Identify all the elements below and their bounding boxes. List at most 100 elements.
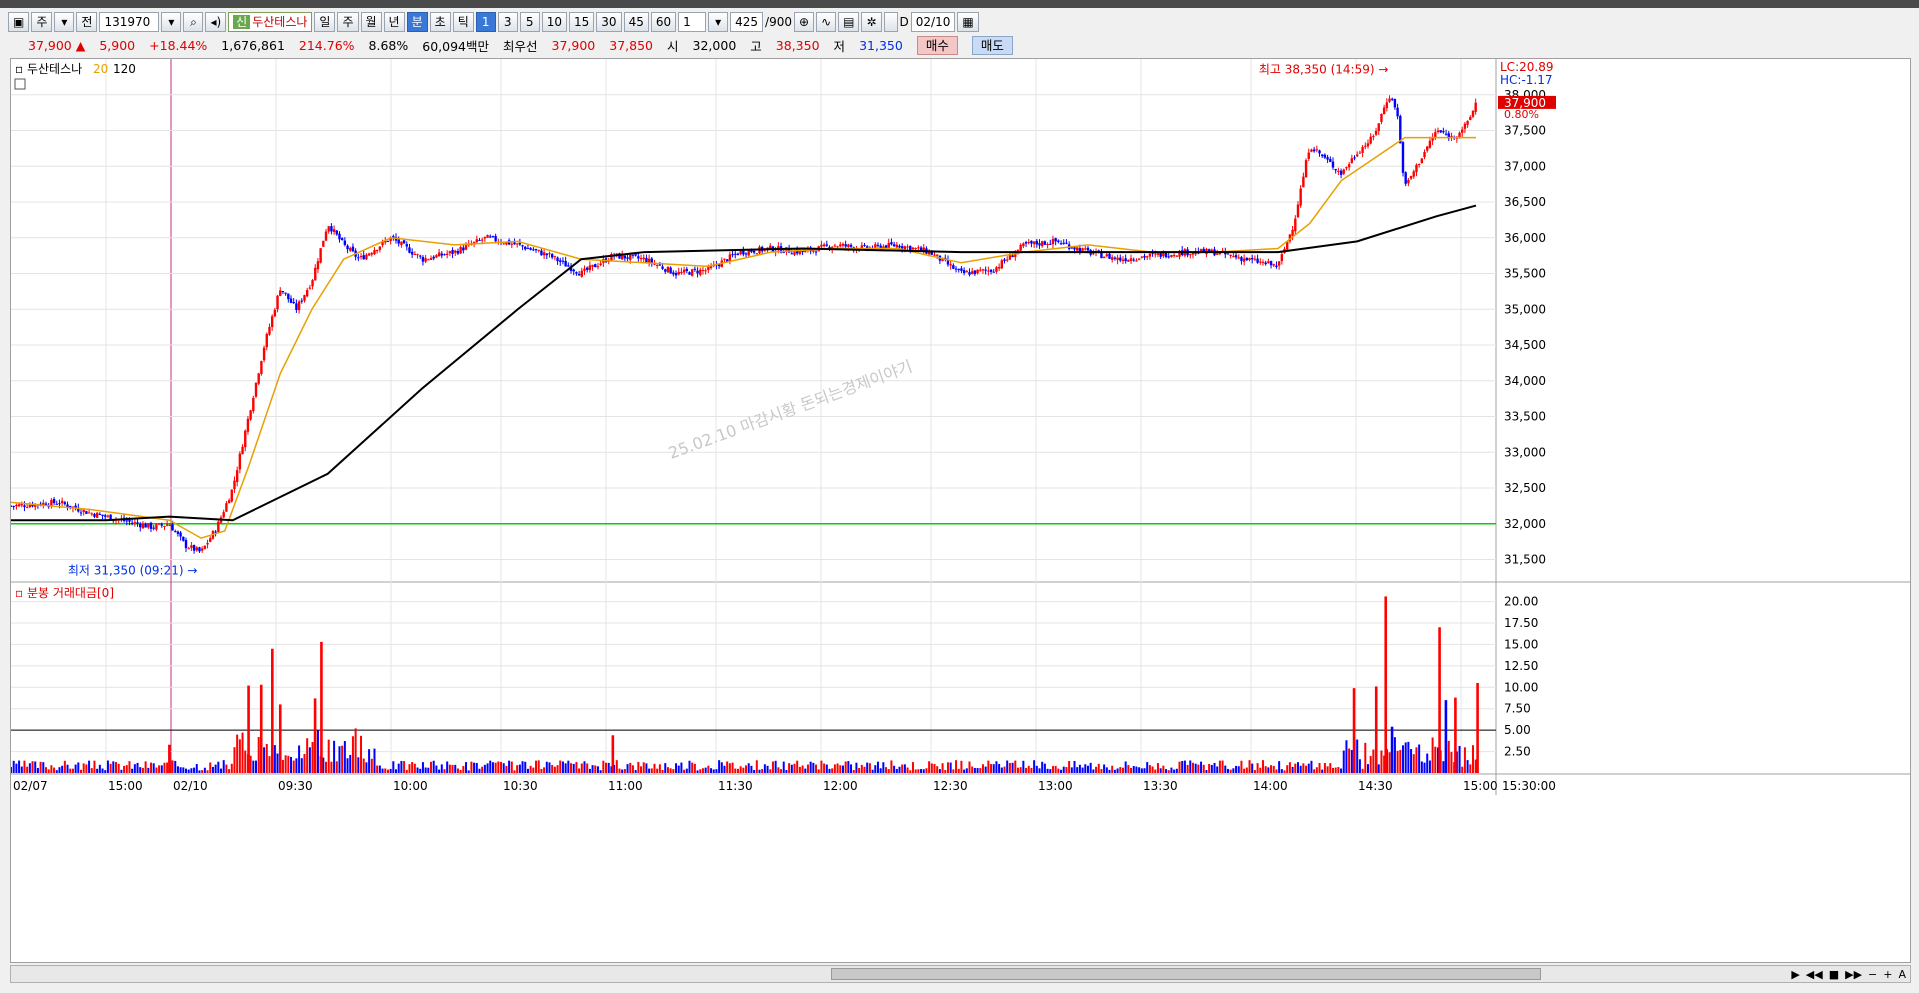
volume-bar [691, 762, 694, 773]
candle-body [1296, 204, 1300, 218]
candle-body [790, 253, 794, 255]
volume-bar [793, 763, 796, 773]
x-tick-label: 15:30:00 [1502, 779, 1556, 793]
candle-body [1237, 257, 1240, 259]
volume-bar [351, 736, 354, 773]
interval-30-button[interactable]: 30 [596, 12, 622, 32]
forward-icon[interactable]: ▶▶ [1845, 968, 1862, 981]
stop-icon[interactable]: ■ [1829, 968, 1839, 981]
play-icon[interactable]: ▶ [1791, 968, 1799, 981]
period-minute-tab[interactable]: 분 [406, 12, 428, 32]
volume-bar [325, 761, 328, 773]
low-label: 저 [833, 38, 846, 54]
candle-body [1046, 243, 1049, 245]
candle-body [833, 245, 837, 247]
chart-canvas[interactable]: 02/07 15:00 02/10 09:30 10:00 10:30 11:00 11:30… [11, 59, 1910, 962]
line-tool-icon[interactable]: ∿ [816, 12, 837, 32]
volume-bar [1076, 767, 1079, 773]
stock-name-field[interactable]: 신 두산테스나 [228, 12, 313, 32]
unit-input[interactable]: 1 [678, 12, 707, 32]
candle-body [1191, 252, 1195, 255]
candle-body [421, 256, 425, 262]
sell-button[interactable]: 매도 [971, 35, 1013, 55]
period-month-tab[interactable]: 월 [360, 12, 382, 32]
search-icon[interactable]: ⌕ [183, 12, 204, 32]
interval-1-button[interactable]: 1 [475, 12, 496, 32]
candle-body [1226, 253, 1230, 255]
period-day-tab[interactable]: 일 [314, 12, 336, 32]
period-tick-tab[interactable]: 틱 [452, 12, 474, 32]
candle-body [133, 522, 137, 524]
chevron-down-icon[interactable]: ▾ [54, 12, 75, 32]
chart-area[interactable]: 02/07 15:00 02/10 09:30 10:00 10:30 11:00 11:30… [10, 58, 1911, 963]
candle-body [184, 540, 188, 548]
candle-body [658, 264, 662, 266]
volume-bar [198, 770, 201, 773]
candle-body [841, 243, 845, 246]
candle-body [1315, 149, 1319, 151]
candle-body [413, 254, 417, 256]
speaker-icon[interactable]: ◂) [205, 12, 227, 32]
market-select[interactable]: 전 [76, 12, 98, 32]
rewind-icon[interactable]: ◀◀ [1806, 968, 1823, 981]
calendar-icon[interactable]: ▦ [957, 12, 979, 32]
scroll-thumb[interactable] [831, 968, 1541, 980]
volume-bar [370, 758, 373, 773]
candle-body [1393, 99, 1397, 108]
text-size-icon[interactable]: A [1898, 968, 1906, 981]
type-select[interactable]: 주 [31, 12, 53, 32]
zoom-out-icon[interactable]: − [1868, 968, 1877, 981]
interval-3-button[interactable]: 3 [497, 12, 518, 32]
volume-bar [1321, 769, 1324, 773]
candle-body [260, 361, 263, 374]
candle-body [238, 453, 242, 470]
date-input[interactable]: 02/10 [910, 12, 956, 32]
candle-body [1024, 242, 1028, 244]
count-input[interactable]: 425 [730, 12, 764, 32]
crosshair-icon[interactable]: ⊕ [794, 12, 815, 32]
candle-body [432, 256, 435, 259]
stock-code-input[interactable]: 131970 [99, 12, 160, 32]
volume-bar [1396, 750, 1399, 773]
save-icon[interactable]: ▤ [838, 12, 860, 32]
chevron-down-icon[interactable]: ▾ [708, 12, 729, 32]
volume-bar [222, 760, 225, 773]
candle-body [1366, 143, 1370, 147]
date-checkbox[interactable] [883, 12, 898, 32]
settings-icon[interactable]: ✲ [861, 12, 882, 32]
volume-bar [774, 760, 777, 773]
candle-body [1334, 168, 1337, 171]
candle-body [386, 240, 390, 242]
volume-bar [621, 769, 624, 773]
interval-15-button[interactable]: 15 [569, 12, 595, 32]
volume-bar [513, 770, 516, 773]
period-week-tab[interactable]: 주 [337, 12, 359, 32]
volume-bar [1046, 768, 1049, 773]
candle-body [736, 253, 740, 255]
volume-bar [518, 764, 521, 773]
volume-bar [1086, 765, 1089, 773]
period-year-tab[interactable]: 년 [383, 12, 405, 32]
interval-60-button[interactable]: 60 [650, 12, 677, 32]
volume-bar [1202, 764, 1205, 773]
volume-bar [626, 764, 629, 773]
interval-10-button[interactable]: 10 [541, 12, 568, 32]
period-second-tab[interactable]: 초 [429, 12, 451, 32]
layout-icon[interactable]: ▣ [8, 12, 30, 32]
candle-body [1140, 256, 1144, 258]
chevron-down-icon[interactable]: ▾ [161, 12, 182, 32]
candle-body [1006, 259, 1009, 261]
interval-45-button[interactable]: 45 [623, 12, 649, 32]
candle-body [814, 251, 818, 253]
candle-body [717, 264, 721, 267]
buy-button[interactable]: 매수 [916, 35, 958, 55]
volume-bar [338, 746, 341, 773]
candle-body [734, 253, 737, 255]
y-tick-label: 37,000 [1504, 159, 1546, 173]
zoom-in-icon[interactable]: + [1883, 968, 1892, 981]
horizontal-scrollbar[interactable]: ▶ ◀◀ ■ ▶▶ − + A [10, 965, 1911, 983]
volume-bar [618, 768, 621, 773]
bid-price: 37,850 [609, 37, 654, 53]
volume-bar [1065, 767, 1068, 773]
interval-5-button[interactable]: 5 [519, 12, 540, 32]
